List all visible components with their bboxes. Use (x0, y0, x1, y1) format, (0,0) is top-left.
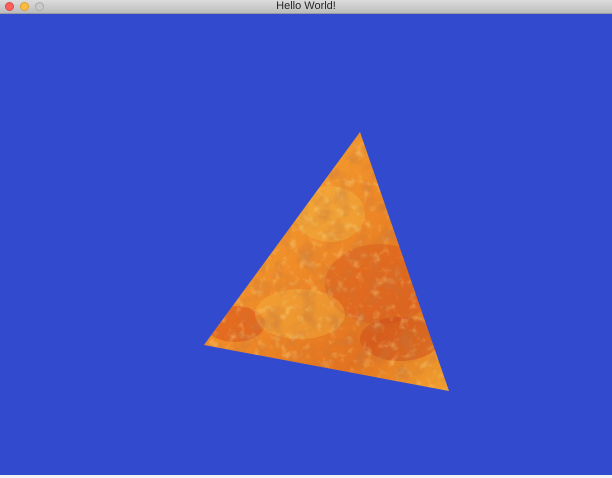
app-window: Hello World! (0, 0, 612, 478)
minimize-button[interactable] (20, 2, 29, 11)
close-button[interactable] (5, 2, 14, 11)
window-title: Hello World! (276, 0, 336, 12)
textured-triangle (204, 132, 449, 391)
scene-canvas (204, 132, 449, 391)
title-bar[interactable]: Hello World! (0, 0, 612, 14)
zoom-button[interactable] (35, 2, 44, 11)
render-viewport[interactable] (0, 14, 612, 475)
